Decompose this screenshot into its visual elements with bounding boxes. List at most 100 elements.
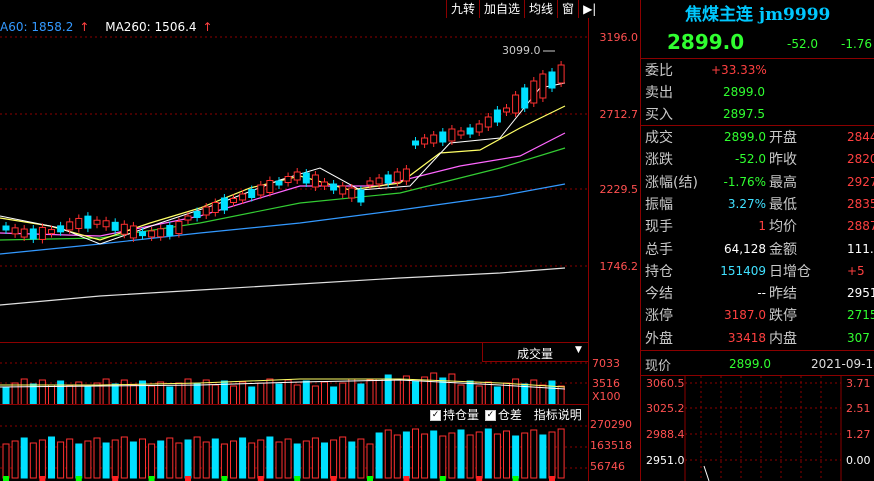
volume-bar xyxy=(503,382,510,405)
volume-bar xyxy=(275,383,283,405)
candle xyxy=(466,127,474,135)
row-label: 卖出 xyxy=(645,85,673,101)
oi-bar xyxy=(366,443,374,479)
oi-bar xyxy=(302,440,310,479)
stat-value: 151409 xyxy=(720,263,766,278)
stat-value-2: 2715 xyxy=(847,308,874,323)
oi-bar xyxy=(512,435,520,479)
candles-group xyxy=(2,61,565,244)
kline-svg: 3099.0 xyxy=(0,36,588,306)
stat-row: 涨幅(结) -1.76% 最高 2927 xyxy=(641,172,874,195)
candle xyxy=(439,131,447,143)
candle xyxy=(184,215,192,221)
axis-divider xyxy=(588,18,589,481)
volume-bar xyxy=(339,382,347,405)
mini-axis-left: 3060.5 xyxy=(646,377,685,390)
candle xyxy=(348,187,356,199)
high-marker-label: 3099.0 xyxy=(502,44,541,57)
stat-value: 33418 xyxy=(727,330,766,345)
price-change: -52.0 xyxy=(787,37,819,51)
oi-bar xyxy=(20,437,28,479)
candle xyxy=(38,226,46,240)
volume-bar xyxy=(548,380,556,405)
oi-bar xyxy=(448,432,456,479)
intraday-mini-chart: 3060.5 3025.2 2988.4 2951.0 3.71 2.51 1.… xyxy=(646,376,871,481)
stat-value-2: 2887 xyxy=(847,219,874,234)
window-button[interactable]: 窗 xyxy=(557,0,578,18)
mini-axis-right: 3.71 xyxy=(846,377,871,390)
oi-bar xyxy=(384,429,392,479)
stat-value-2: 111.1 xyxy=(847,241,874,256)
quote-panel: 焦煤主连 jm9999 2899.0 -52.0 -1.76 委比 +33.33… xyxy=(641,0,874,481)
volume-tick: 3516 xyxy=(592,377,620,390)
oi-bar xyxy=(2,443,10,479)
oi-bar xyxy=(503,430,510,479)
oi-diff-bar xyxy=(549,476,555,481)
stat-row: 涨停 3187.0 跌停 2715 xyxy=(641,305,874,328)
stat-row: 现手 1 均价 2887 xyxy=(641,216,874,239)
oi-tick: 56746 xyxy=(590,460,625,473)
candle xyxy=(75,217,83,229)
oi-bar xyxy=(111,439,119,479)
stat-label-2: 最低 xyxy=(769,196,797,213)
oi-diff-bar xyxy=(403,476,410,481)
divider xyxy=(641,350,874,351)
oi-bar xyxy=(402,431,410,479)
volume-tick: 7033 xyxy=(592,357,620,370)
volume-bar xyxy=(102,378,110,405)
volume-bar xyxy=(48,384,55,405)
volume-bars xyxy=(2,372,565,405)
candle xyxy=(139,231,146,237)
candle xyxy=(412,140,419,146)
divider xyxy=(641,125,874,126)
stat-value: 2899.0 xyxy=(724,130,766,144)
collapse-arrow-icon[interactable]: ▶| xyxy=(578,0,600,18)
kline-chart-area[interactable]: A60: 1858.2 ↑ MA260: 1506.4 ↑ 九转 加自选 均线 窗 … xyxy=(0,0,640,481)
volume-bar xyxy=(284,379,292,405)
divider xyxy=(641,58,874,59)
oi-diff-bar xyxy=(439,476,446,481)
oi-bar xyxy=(102,442,110,479)
oi-bar xyxy=(457,429,465,479)
stat-value-2: +5 xyxy=(847,263,865,278)
ma-button[interactable]: 均线 xyxy=(524,0,557,18)
volume-bar xyxy=(366,379,374,405)
candle xyxy=(20,228,28,238)
candle xyxy=(484,116,492,128)
candle xyxy=(248,189,256,198)
oi-bar xyxy=(48,436,55,479)
candle xyxy=(220,197,228,211)
row-value: +33.33% xyxy=(711,63,767,77)
oi-bar xyxy=(148,443,156,479)
volume-tick: X100 xyxy=(592,390,621,403)
volume-bar xyxy=(66,385,74,405)
volume-bar xyxy=(211,384,219,405)
current-price-value: 2899.0 xyxy=(729,357,771,371)
stat-value: 64,128 xyxy=(724,241,766,256)
candle xyxy=(330,183,338,191)
candle xyxy=(111,221,119,231)
add-favorite-button[interactable]: 加自选 xyxy=(479,0,524,18)
volume-bar xyxy=(302,380,310,405)
oi-bar xyxy=(557,428,565,479)
volume-bar xyxy=(393,379,401,405)
candle xyxy=(57,225,65,233)
stat-value-2: 2927 xyxy=(847,174,874,189)
row-value: 2897.5 xyxy=(723,107,765,121)
volume-bar xyxy=(111,383,119,405)
oi-bar xyxy=(220,443,228,479)
stat-row: 总手 64,128金额 111.1 xyxy=(641,239,874,262)
stat-label-2: 均价 xyxy=(769,219,797,236)
oi-tick: 163518 xyxy=(590,439,632,452)
oi-bar xyxy=(57,441,65,479)
candle xyxy=(257,184,265,196)
candle xyxy=(548,71,556,89)
jiuzhuan-button[interactable]: 九转 xyxy=(446,0,479,18)
volume-bar xyxy=(348,378,356,405)
candle xyxy=(430,134,438,144)
stat-label: 现手 xyxy=(645,219,673,236)
row-sell: 卖出 2899.0 xyxy=(641,82,874,105)
candle xyxy=(175,221,183,235)
candle xyxy=(2,225,10,231)
oi-bar xyxy=(348,441,356,479)
